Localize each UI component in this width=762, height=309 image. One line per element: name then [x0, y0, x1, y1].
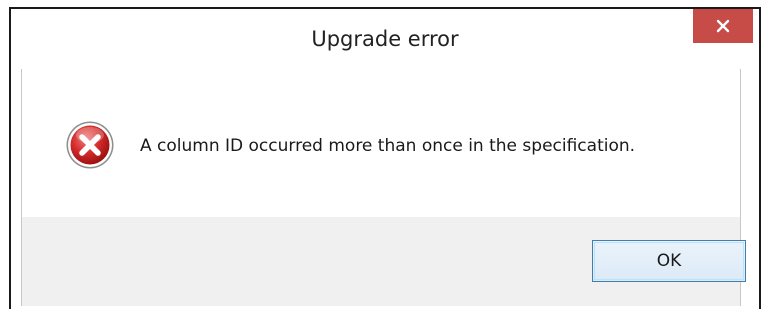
- close-button[interactable]: [693, 9, 753, 43]
- error-dialog: Upgrade error A column ID occurred more …: [9, 7, 761, 309]
- dialog-title: Upgrade error: [311, 27, 459, 51]
- dialog-content: A column ID occurred more than once in t…: [21, 69, 746, 306]
- message-area: A column ID occurred more than once in t…: [22, 69, 740, 217]
- button-area: OK: [22, 217, 746, 306]
- error-icon: [65, 120, 115, 170]
- close-icon: [716, 19, 730, 33]
- error-message: A column ID occurred more than once in t…: [140, 136, 636, 156]
- ok-button[interactable]: OK: [592, 240, 746, 282]
- title-bar[interactable]: Upgrade error: [11, 9, 759, 69]
